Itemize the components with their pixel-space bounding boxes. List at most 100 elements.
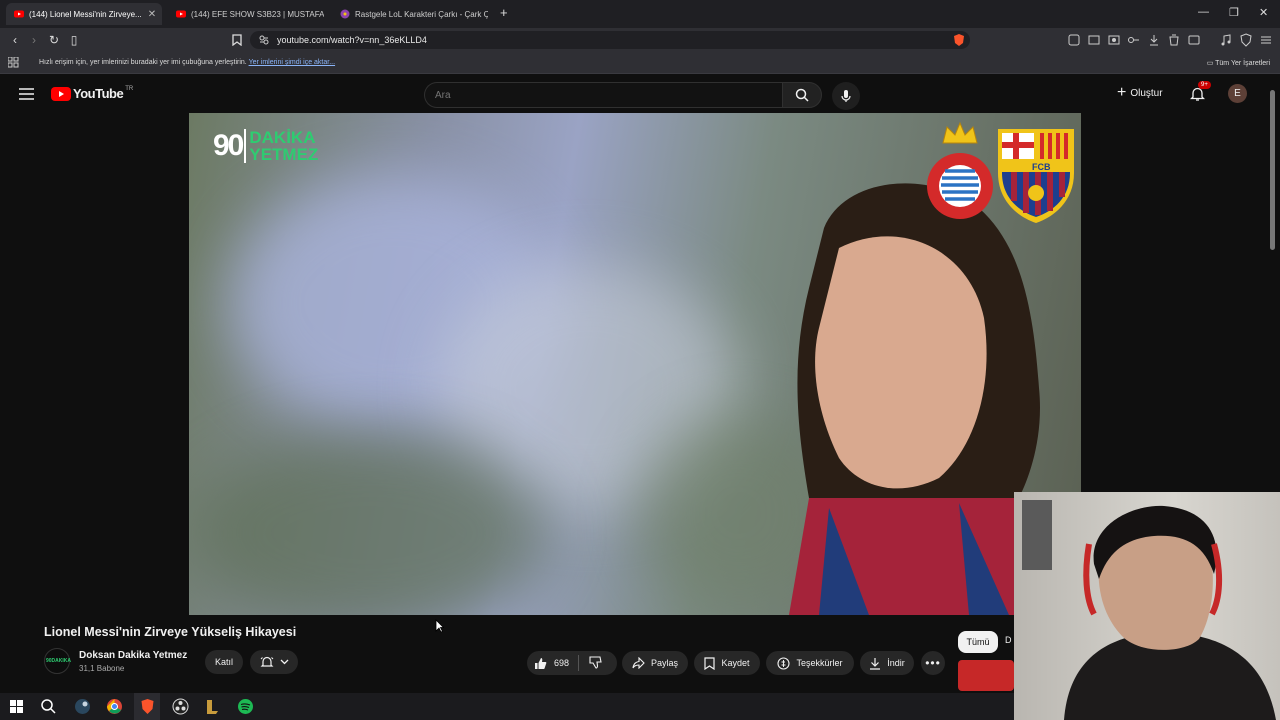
restore-icon[interactable]: ❐ <box>1229 6 1239 19</box>
site-settings-icon[interactable] <box>259 35 269 45</box>
bookmarks-hint: Hızlı erişim için, yer imlerinizi burada… <box>39 59 335 66</box>
reader-icon[interactable] <box>1087 33 1101 47</box>
share-button[interactable]: Paylaş <box>622 651 688 675</box>
tab-label: Rastgele LoL Karakteri Çarkı - Çark Ç <box>355 9 488 19</box>
create-button[interactable]: + Oluştur <box>1117 85 1163 101</box>
league-client-icon[interactable] <box>204 698 221 715</box>
wheel-favicon-icon <box>340 9 350 19</box>
tab-efe-show[interactable]: (144) EFE SHOW S3B23 | MUSTAFA EI <box>168 3 324 25</box>
search-input[interactable] <box>435 90 567 101</box>
hamburger-menu-icon[interactable] <box>19 88 34 100</box>
join-label: Katıl <box>214 657 233 667</box>
bell-ring-icon <box>260 656 273 667</box>
close-window-icon[interactable]: ✕ <box>1259 6 1268 19</box>
back-icon[interactable]: ‹ <box>7 32 23 48</box>
forward-icon[interactable]: › <box>26 32 42 48</box>
super-thanks-icon <box>777 656 791 670</box>
reload-icon[interactable]: ↻ <box>46 32 62 48</box>
chrome-icon[interactable] <box>106 698 123 715</box>
shield-icon[interactable] <box>1239 33 1253 47</box>
music-icon[interactable] <box>1219 33 1233 47</box>
streamer-figure <box>1064 505 1276 720</box>
search-box[interactable] <box>424 82 782 108</box>
avatar-letter: E <box>1234 88 1241 99</box>
bookmark-icon <box>704 656 716 670</box>
channel-avatar[interactable]: 90DAKIKA <box>44 648 72 674</box>
new-tab-icon[interactable]: + <box>500 5 508 20</box>
import-bookmarks-link[interactable]: Yer imlerini şimdi içe aktar... <box>249 59 336 66</box>
channel-avatar-text: 90DAKIKA <box>46 658 72 664</box>
apps-grid-icon[interactable] <box>8 57 19 68</box>
watermark-line1: DAKİKA <box>249 128 316 147</box>
sidebar-toggle-icon[interactable]: ▯ <box>66 32 82 48</box>
chip-all[interactable]: Tümü <box>958 631 998 653</box>
menu-icon[interactable] <box>1259 33 1273 47</box>
download-icon[interactable] <box>1147 33 1161 47</box>
os-taskbar <box>0 693 1014 720</box>
channel-name[interactable]: Doksan Dakika Yetmez <box>79 650 187 661</box>
notifications-badge: 9+ <box>1198 81 1211 89</box>
account-avatar[interactable]: E <box>1228 84 1247 103</box>
download-label: İndir <box>887 658 905 668</box>
bookmarks-hint-text: Hızlı erişim için, yer imlerinizi burada… <box>39 59 247 66</box>
region-code: TR <box>125 86 134 92</box>
download-button[interactable]: İndir <box>860 651 914 675</box>
spotify-icon[interactable] <box>237 698 254 715</box>
youtube-favicon-icon <box>176 10 186 18</box>
dislike-button[interactable] <box>589 656 602 669</box>
like-button[interactable]: 698 <box>534 657 569 670</box>
share-icon <box>632 657 645 669</box>
minimize-icon[interactable]: — <box>1198 6 1209 18</box>
youtube-play-logo-icon <box>51 86 71 101</box>
webcam-overlay <box>1014 492 1280 720</box>
youtube-header: YouTube TR + Oluştur 9+ E <box>0 75 1280 113</box>
join-button[interactable]: Katıl <box>205 650 243 674</box>
thanks-button[interactable]: Teşekkürler <box>766 651 854 675</box>
steam-icon[interactable] <box>74 698 91 715</box>
chevron-down-icon <box>280 659 288 665</box>
watermark-number: 90 <box>213 129 244 162</box>
create-label: Oluştur <box>1130 87 1163 99</box>
trash-icon[interactable] <box>1167 33 1181 47</box>
obs-icon[interactable] <box>172 698 189 715</box>
save-button[interactable]: Kaydet <box>694 651 760 675</box>
url-text: youtube.com/watch?v=nn_36eKLLD4 <box>277 35 427 45</box>
brave-icon[interactable] <box>139 698 156 715</box>
tab-label: (144) Lionel Messi'nin Zirveye... <box>29 9 142 19</box>
bookmark-page-icon[interactable] <box>229 32 245 48</box>
all-bookmarks-button[interactable]: ▭ Tüm Yer İşaretleri <box>1207 59 1270 67</box>
youtube-logo[interactable]: YouTube TR <box>51 86 133 101</box>
wallet-icon[interactable] <box>1187 33 1201 47</box>
tab-lol-wheel[interactable]: Rastgele LoL Karakteri Çarkı - Çark Ç <box>332 3 488 25</box>
page-scrollbar[interactable] <box>1270 90 1275 250</box>
fcb-badge-text: FCB <box>1032 162 1051 172</box>
fcb-crest-icon <box>998 129 1074 223</box>
bookmarks-bar: Hızlı erişim için, yer imlerinizi burada… <box>0 52 1280 74</box>
related-video-thumbnail[interactable] <box>958 660 1014 691</box>
download-arrow-icon <box>870 657 881 670</box>
taskbar-search-icon[interactable] <box>40 698 57 715</box>
extensions-icon[interactable] <box>1067 33 1081 47</box>
screenshot-icon[interactable] <box>1107 33 1121 47</box>
browser-toolbar: ‹ › ↻ ▯ youtube.com/watch?v=nn_36eKLLD4 <box>0 28 1280 52</box>
close-tab-icon[interactable]: ✕ <box>142 9 156 20</box>
search-button[interactable] <box>782 82 822 108</box>
plus-icon: + <box>1117 84 1127 101</box>
browser-tab-bar: (144) Lionel Messi'nin Zirveye... ✕ (144… <box>0 0 1280 28</box>
url-field[interactable]: youtube.com/watch?v=nn_36eKLLD4 <box>250 31 970 49</box>
brave-shield-icon[interactable] <box>952 33 966 47</box>
vpn-icon[interactable] <box>1127 33 1141 47</box>
tab-messi[interactable]: (144) Lionel Messi'nin Zirveye... ✕ <box>6 3 162 25</box>
video-player[interactable]: 90 DAKİKA YETMEZ FCB <box>189 113 1081 615</box>
thumbs-down-icon <box>589 656 602 669</box>
subscribed-notifications-button[interactable] <box>250 650 298 674</box>
chip-next[interactable]: D <box>1005 635 1012 645</box>
notifications-button[interactable]: 9+ <box>1190 81 1211 102</box>
windows-start-icon[interactable] <box>8 698 25 715</box>
like-count: 698 <box>554 658 570 668</box>
save-label: Kaydet <box>721 658 750 668</box>
voice-search-button[interactable] <box>832 82 860 110</box>
more-actions-button[interactable]: ••• <box>921 651 945 675</box>
chip-all-label: Tümü <box>966 637 990 647</box>
youtube-wordmark: YouTube <box>73 86 124 101</box>
